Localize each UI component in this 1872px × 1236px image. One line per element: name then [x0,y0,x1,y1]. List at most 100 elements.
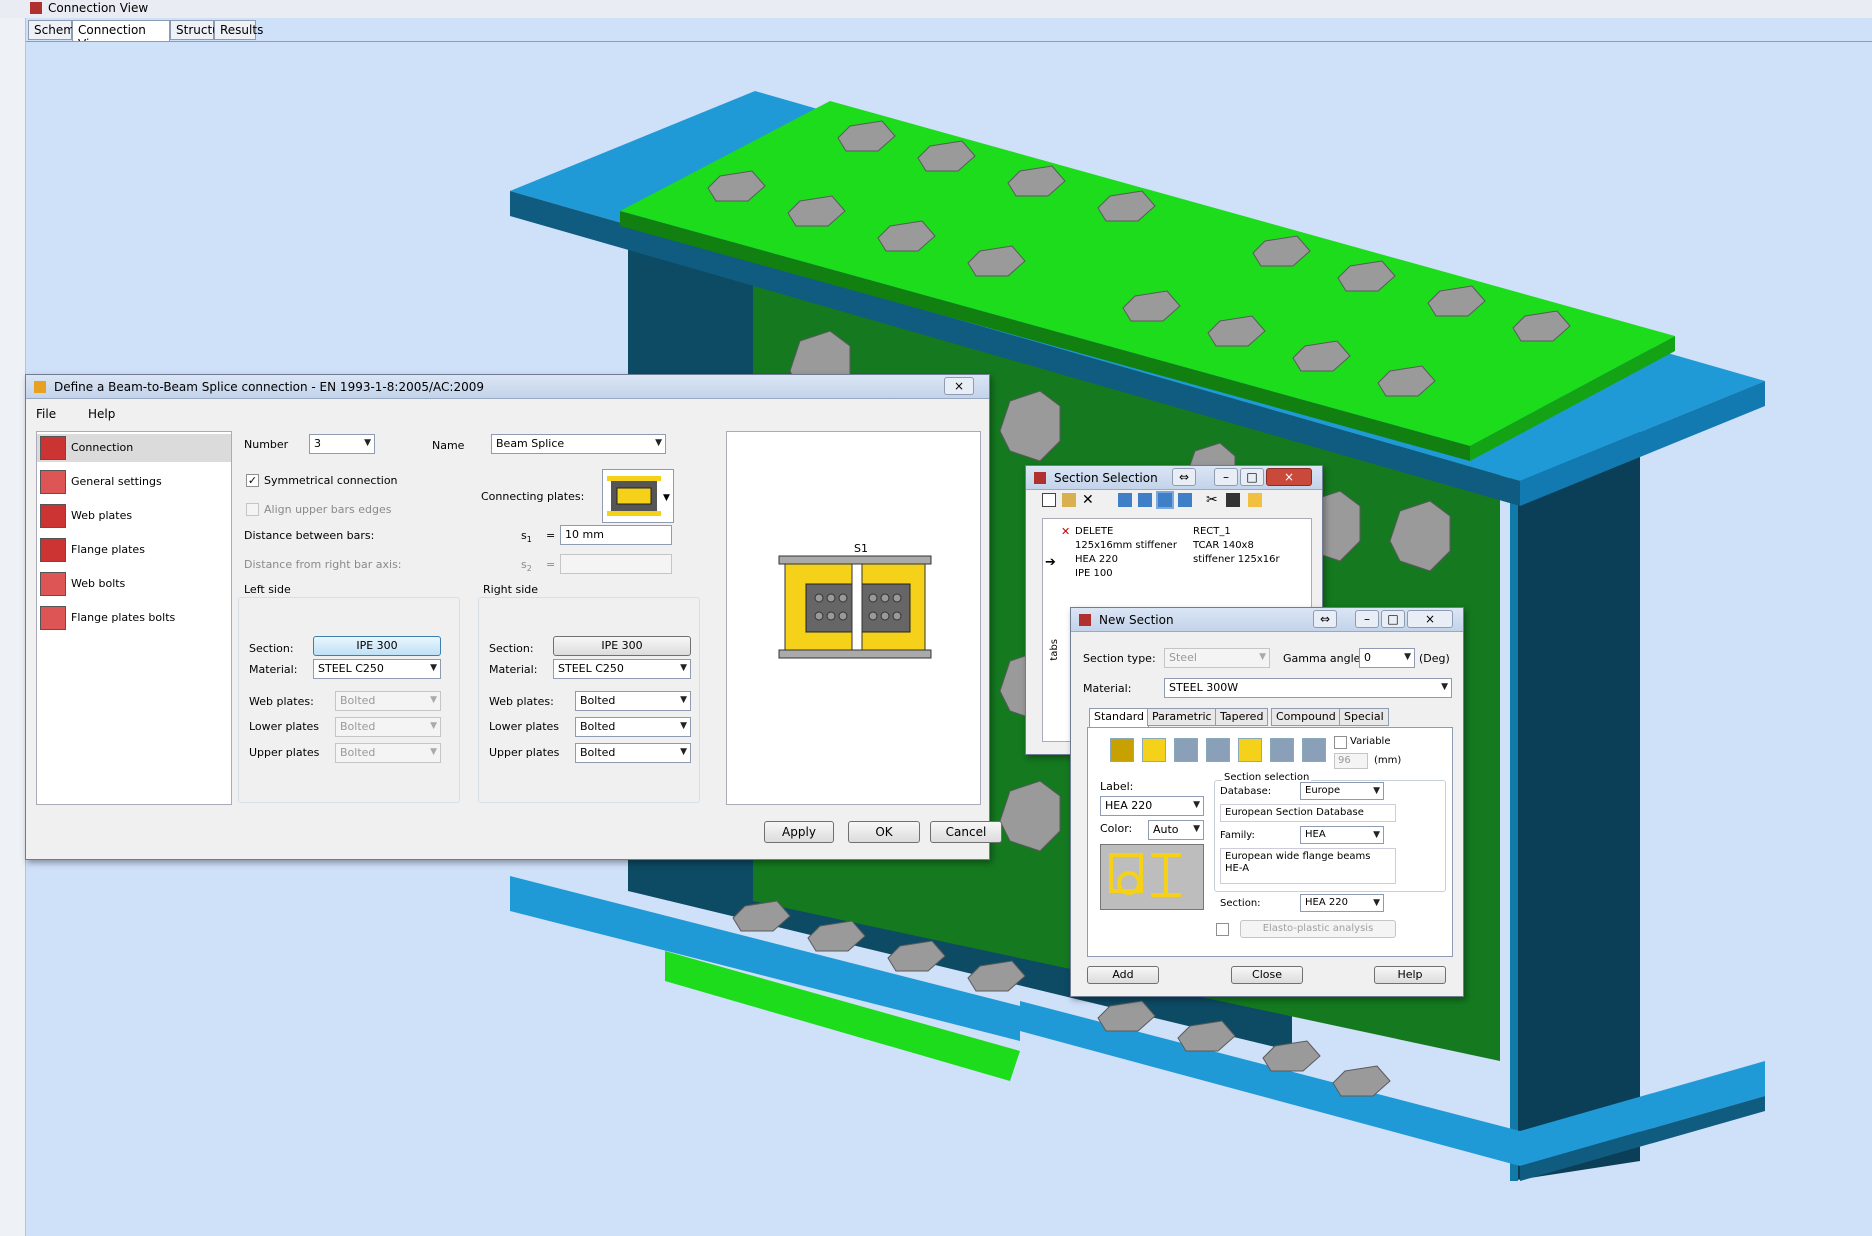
maximize-icon[interactable]: □ [1381,610,1405,628]
new-section-title: New Section [1099,613,1174,627]
close-icon[interactable]: × [1407,610,1453,628]
view-icon-1[interactable] [1118,493,1132,507]
tab-connection-view[interactable]: Connection View [72,20,170,51]
view-icon-3[interactable] [1156,491,1174,509]
variable-input: 96 [1334,753,1368,769]
right-upper-plates-label: Upper plates [489,746,560,759]
add-button[interactable]: Add [1087,966,1159,984]
section-shape-t-icon[interactable] [1302,738,1326,762]
s1-input[interactable]: 10 mm [560,525,672,545]
section-shape-tube-icon[interactable] [1238,738,1262,762]
left-upper-plates-label: Upper plates [249,746,320,759]
close-button[interactable]: Close [1231,966,1303,984]
section-select[interactable]: HEA 220 ▼ [1300,894,1384,912]
nav-item-connection[interactable]: Connection [37,434,231,462]
elasto-plastic-checkbox[interactable] [1216,923,1229,936]
section-type-select: Steel ▼ [1164,648,1270,668]
minimize-icon[interactable]: – [1355,610,1379,628]
new-section-titlebar[interactable]: New Section ⇔ – □ × [1071,608,1463,632]
tab-compound[interactable]: Compound [1271,708,1341,726]
tab-special[interactable]: Special [1339,708,1389,726]
right-web-plates-select[interactable]: Bolted ▼ [575,691,691,711]
connection-icon [40,436,66,460]
open-icon[interactable] [1062,493,1076,507]
list-item[interactable]: IPE 100 [1075,568,1113,579]
resize-icon[interactable]: ⇔ [1172,468,1196,486]
material-label: Material: [1083,682,1132,695]
menu-item-help[interactable]: Help [88,407,115,421]
section-shape-compound-icon[interactable] [1110,738,1134,762]
left-lower-plates-label: Lower plates [249,720,320,733]
list-item[interactable]: RECT_1 [1193,526,1231,537]
right-material-select[interactable]: STEEL C250 ▼ [553,659,691,679]
symmetrical-checkbox[interactable]: ✓ [246,474,259,487]
right-side-title: Right side [483,583,538,596]
minimize-icon[interactable]: – [1214,468,1238,486]
tab-parametric[interactable]: Parametric [1147,708,1217,726]
tab-results[interactable]: Results [214,20,263,40]
number-select[interactable]: 3 ▼ [309,434,375,454]
tab-scheme[interactable]: Scheme [28,20,82,40]
material-select[interactable]: STEEL 300W ▼ [1164,678,1452,698]
right-lower-plates-select[interactable]: Bolted ▼ [575,717,691,737]
nav-item-flange-plates-bolts[interactable]: Flange plates bolts [37,604,231,632]
view-icon-2[interactable] [1138,493,1152,507]
section-shape-channel-icon[interactable] [1174,738,1198,762]
section-selection-titlebar[interactable]: Section Selection ⇔ – □ × [1026,466,1322,490]
vertical-tabs-label[interactable]: tabs [1049,639,1060,661]
left-side-group: Section: IPE 300 Material: STEEL C250 ▼ W… [238,597,460,803]
splice-dialog-titlebar[interactable]: Define a Beam-to-Beam Splice connection … [26,375,989,399]
help-button[interactable]: Help [1374,966,1446,984]
new-icon[interactable] [1042,493,1056,507]
tab-standard[interactable]: Standard [1089,708,1150,728]
close-icon[interactable]: × [944,377,974,395]
save-icon[interactable] [1226,493,1240,507]
list-item[interactable]: HEA 220 [1075,554,1118,565]
tab-tapered[interactable]: Tapered [1215,708,1269,726]
right-section-button[interactable]: IPE 300 [553,636,691,656]
list-item[interactable]: 125x16mm stiffener [1075,540,1177,551]
ok-button[interactable]: OK [848,821,920,843]
menu-item-file[interactable]: File [36,407,56,421]
close-icon[interactable]: × [1266,468,1312,486]
cancel-button[interactable]: Cancel [930,821,1002,843]
connecting-plates-picker[interactable]: ▼ [602,469,674,523]
left-material-label: Material: [249,663,298,676]
variable-checkbox[interactable] [1334,736,1347,749]
gamma-angle-select[interactable]: 0 ▼ [1359,648,1415,668]
maximize-icon[interactable]: □ [1240,468,1264,486]
apply-button[interactable]: Apply [764,821,834,843]
left-section-button[interactable]: IPE 300 [313,636,441,656]
section-shape-i-icon[interactable] [1142,738,1166,762]
resize-icon[interactable]: ⇔ [1313,610,1337,628]
right-upper-plates-select[interactable]: Bolted ▼ [575,743,691,763]
flange-plates-icon [40,538,66,562]
list-item[interactable]: TCAR 140x8 [1193,540,1254,551]
database-select[interactable]: Europe ▼ [1300,782,1384,800]
nav-item-general-settings[interactable]: General settings [37,468,231,496]
folder-icon[interactable] [1248,493,1262,507]
label-select[interactable]: HEA 220 ▼ [1100,796,1204,816]
list-item[interactable]: stiffener 125x16r [1193,554,1280,565]
section-shape-double-i-icon[interactable] [1270,738,1294,762]
nav-item-web-plates[interactable]: Web plates [37,502,231,530]
database-label: Database: [1220,786,1272,797]
section-shape-angle-icon[interactable] [1206,738,1230,762]
view-icon-4[interactable] [1178,493,1192,507]
align-upper-checkbox [246,503,259,516]
section-shapes-preview-icon [1109,853,1181,897]
name-label: Name [432,439,465,452]
nav-item-flange-plates[interactable]: Flange plates [37,536,231,564]
left-material-select[interactable]: STEEL C250 ▼ [313,659,441,679]
family-select[interactable]: HEA ▼ [1300,826,1384,844]
delete-icon[interactable]: ✕ [1082,493,1096,507]
nav-item-web-bolts[interactable]: Web bolts [37,570,231,598]
list-item[interactable]: DELETE [1075,526,1113,537]
cut-icon[interactable]: ✂ [1206,493,1220,507]
name-select[interactable]: Beam Splice ▼ [491,434,666,454]
current-pointer-icon: ➔ [1045,555,1056,570]
s1-equals: = [546,529,556,542]
tab-structure[interactable]: Structure [170,20,232,40]
s1-label: s1 [521,529,532,545]
color-select[interactable]: Auto ▼ [1148,820,1204,840]
